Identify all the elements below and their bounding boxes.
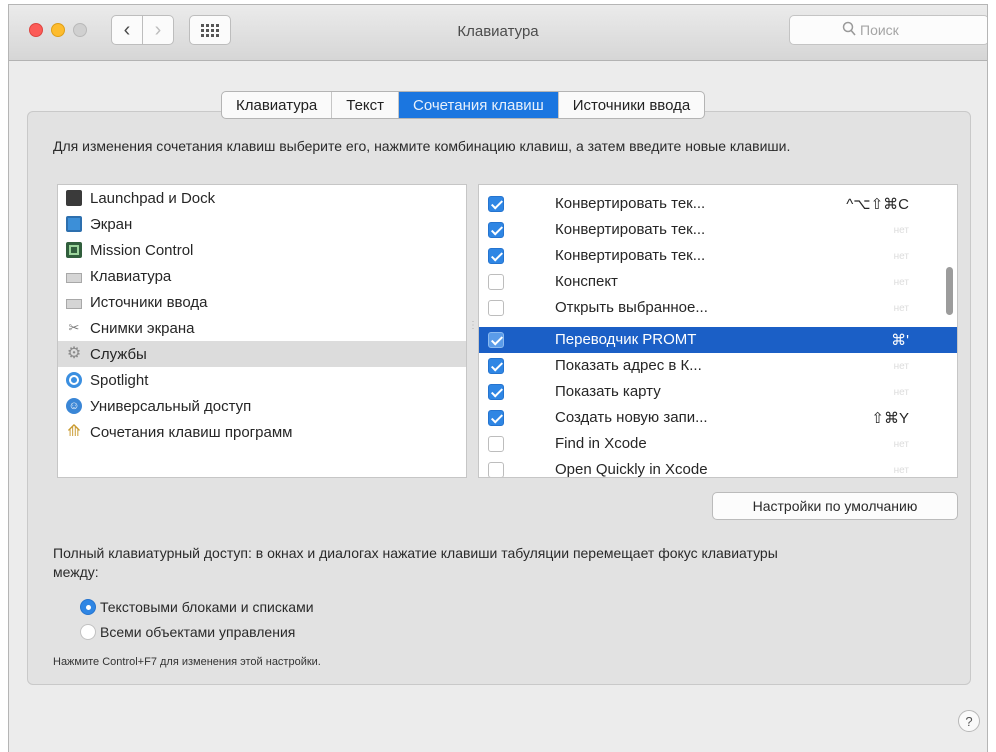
question-icon: ? [965, 713, 973, 729]
shortcut-label: Find in Xcode [555, 435, 647, 452]
shortcut-row-selected[interactable]: Переводчик PROMT ⌘' [479, 327, 957, 353]
screenshot-icon: ✂ [68, 320, 80, 335]
search-field[interactable]: Поиск [789, 15, 987, 45]
shortcut-row[interactable]: Конвертировать тек... нет [479, 243, 957, 269]
category-label: Клавиатура [90, 267, 172, 285]
enabled-checkbox[interactable] [488, 410, 504, 426]
scrollbar-thumb[interactable] [946, 267, 953, 315]
shortcut-row[interactable]: Find in Xcode нет [479, 431, 957, 457]
category-item[interactable]: Источники ввода [58, 289, 466, 315]
shortcut-label: Открыть выбранное... [555, 299, 708, 316]
enabled-checkbox[interactable] [488, 462, 504, 477]
shortcut-row[interactable]: Открыть выбранное... нет [479, 295, 957, 321]
radio-button[interactable] [80, 599, 96, 615]
shortcut-keys[interactable]: нет [894, 303, 909, 314]
shortcut-row[interactable]: Показать адрес в К... нет [479, 353, 957, 379]
enabled-checkbox[interactable] [488, 196, 504, 212]
shortcut-keys[interactable]: нет [894, 387, 909, 398]
shortcut-keys[interactable]: ⇧⌘Y [871, 409, 909, 427]
category-item[interactable]: ✂ Снимки экрана [58, 315, 466, 341]
radio-label: Текстовыми блоками и списками [100, 599, 314, 615]
gear-icon: ⚙ [66, 345, 82, 362]
category-label: Службы [90, 345, 147, 363]
category-label: Launchpad и Dock [90, 189, 216, 207]
split-handle[interactable]: ⋮ [468, 320, 478, 340]
radio-option[interactable]: Всеми объектами управления [80, 622, 295, 642]
radio-option[interactable]: Текстовыми блоками и списками [80, 597, 314, 617]
shortcut-label: Показать карту [555, 383, 661, 400]
radio-label: Всеми объектами управления [100, 624, 296, 640]
search-placeholder: Поиск [860, 22, 899, 38]
shortcut-keys[interactable]: нет [894, 439, 909, 450]
accessibility-icon: ☺ [66, 398, 82, 414]
category-item-selected[interactable]: ⚙ Службы [58, 341, 466, 367]
category-item[interactable]: Spotlight [58, 367, 466, 393]
dock-icon [66, 190, 82, 206]
shortcut-label: Показать адрес в К... [555, 357, 702, 374]
category-label: Spotlight [90, 371, 149, 389]
titlebar: ‹ › Клавиатура Поиск [9, 5, 987, 61]
category-item[interactable]: Mission Control [58, 237, 466, 263]
shortcut-label: Open Quickly in Xcode [555, 461, 708, 478]
shortcut-row[interactable]: Конвертировать тек... нет [479, 217, 957, 243]
category-label: Mission Control [90, 241, 194, 259]
restore-defaults-button[interactable]: Настройки по умолчанию [712, 492, 958, 520]
enabled-checkbox[interactable] [488, 222, 504, 238]
shortcut-keys[interactable]: нет [894, 251, 909, 262]
tab-shortcuts[interactable]: Сочетания клавиш [399, 92, 559, 118]
shortcut-keys[interactable]: нет [894, 465, 909, 476]
full-keyboard-access-text: Полный клавиатурный доступ: в окнах и ди… [53, 545, 778, 580]
enabled-checkbox[interactable] [488, 436, 504, 452]
keyboard-icon [66, 298, 82, 309]
shortcut-label: Конспект [555, 273, 618, 290]
category-item[interactable]: ⟰ Сочетания клавиш программ [58, 419, 466, 445]
shortcut-keys[interactable]: ^⌥⇧⌘C [846, 195, 909, 213]
enabled-checkbox[interactable] [488, 332, 504, 348]
shortcut-label: Создать новую запи... [555, 409, 708, 426]
tab-bar: Клавиатура Текст Сочетания клавиш Источн… [221, 91, 706, 119]
hint-text: Нажмите Control+F7 для изменения этой на… [53, 656, 321, 668]
category-label: Экран [90, 215, 133, 233]
tab-text[interactable]: Текст [332, 92, 400, 118]
enabled-checkbox[interactable] [488, 384, 504, 400]
category-item[interactable]: Экран [58, 211, 466, 237]
shortcut-keys[interactable]: нет [894, 361, 909, 372]
keyboard-icon [66, 272, 82, 283]
category-list[interactable]: Launchpad и Dock Экран Mission Control К… [57, 184, 467, 478]
shortcut-row[interactable]: Создать новую запи... ⇧⌘Y [479, 405, 957, 431]
enabled-checkbox[interactable] [488, 300, 504, 316]
mission-control-icon [66, 242, 82, 258]
category-label: Снимки экрана [90, 319, 195, 337]
shortcut-label: Переводчик PROMT [555, 331, 697, 348]
shortcut-keys[interactable]: нет [894, 277, 909, 288]
instructions-text: Для изменения сочетания клавиш выберите … [53, 138, 791, 154]
category-label: Универсальный доступ [90, 397, 252, 415]
category-label: Сочетания клавиш программ [90, 423, 293, 441]
category-label: Источники ввода [90, 293, 208, 311]
enabled-checkbox[interactable] [488, 248, 504, 264]
search-icon [842, 21, 856, 36]
shortcut-label: Конвертировать тек... [555, 221, 706, 238]
category-item[interactable]: Клавиатура [58, 263, 466, 289]
category-item[interactable]: Launchpad и Dock [58, 185, 466, 211]
tab-input-sources[interactable]: Источники ввода [559, 92, 704, 118]
shortcut-row[interactable]: Конвертировать тек... ^⌥⇧⌘C [479, 191, 957, 217]
shortcut-label: Конвертировать тек... [555, 195, 706, 212]
category-item[interactable]: ☺ Универсальный доступ [58, 393, 466, 419]
shortcut-keys[interactable]: ⌘' [891, 331, 909, 349]
shortcut-keys[interactable]: нет [894, 225, 909, 236]
shortcut-list[interactable]: Конвертировать тек... ^⌥⇧⌘C Конвертирова… [478, 184, 958, 478]
shortcut-row[interactable]: Open Quickly in Xcode нет [479, 457, 957, 478]
app-shortcuts-icon: ⟰ [67, 423, 81, 440]
enabled-checkbox[interactable] [488, 274, 504, 290]
tab-keyboard[interactable]: Клавиатура [222, 92, 333, 118]
shortcut-label: Конвертировать тек... [555, 247, 706, 264]
enabled-checkbox[interactable] [488, 358, 504, 374]
spotlight-icon [66, 372, 82, 388]
shortcut-row[interactable]: Показать карту нет [479, 379, 957, 405]
display-icon [66, 216, 82, 232]
help-button[interactable]: ? [958, 710, 980, 732]
shortcut-row[interactable]: Конспект нет [479, 269, 957, 295]
radio-button[interactable] [80, 624, 96, 640]
